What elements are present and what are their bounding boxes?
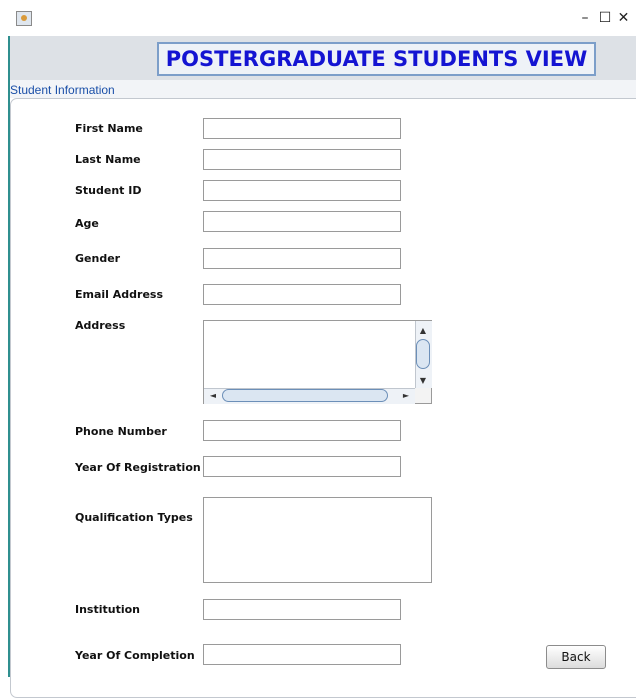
window-titlebar[interactable] xyxy=(0,0,636,36)
student-id-label: Student ID xyxy=(75,184,142,197)
scroll-right-arrow-icon[interactable]: ► xyxy=(400,391,412,401)
year-of-registration-label: Year Of Registration xyxy=(75,461,201,474)
scroll-down-arrow-icon[interactable]: ▼ xyxy=(417,376,429,386)
gender-field[interactable] xyxy=(203,248,401,269)
age-label: Age xyxy=(75,217,99,230)
scroll-left-arrow-icon[interactable]: ◄ xyxy=(207,391,219,401)
institution-field[interactable] xyxy=(203,599,401,620)
institution-label: Institution xyxy=(75,603,141,616)
email-address-field[interactable] xyxy=(203,284,401,305)
section-title: Student Information xyxy=(10,83,115,97)
phone-number-label: Phone Number xyxy=(75,425,167,438)
java-app-icon xyxy=(16,11,32,26)
back-button[interactable]: Back xyxy=(546,645,606,669)
page-title: POSTERGRADUATE STUDENTS VIEW xyxy=(165,47,588,71)
age-field[interactable] xyxy=(203,211,401,232)
year-of-completion-field[interactable] xyxy=(203,644,401,665)
email-address-label: Email Address xyxy=(75,288,164,301)
scroll-up-arrow-icon[interactable]: ▲ xyxy=(417,326,429,336)
qualification-types-label: Qualification Types xyxy=(75,511,193,524)
qualification-types-textarea[interactable] xyxy=(203,497,432,583)
last-name-field[interactable] xyxy=(203,149,401,170)
year-of-registration-field[interactable] xyxy=(203,456,401,477)
address-vertical-scroll-thumb[interactable] xyxy=(416,339,430,369)
phone-number-field[interactable] xyxy=(203,420,401,441)
close-button[interactable]: ✕ xyxy=(611,8,636,28)
address-label: Address xyxy=(75,319,126,332)
year-of-completion-label: Year Of Completion xyxy=(75,649,195,662)
first-name-label: First Name xyxy=(75,122,143,135)
scrollbar-corner xyxy=(415,388,431,403)
gender-label: Gender xyxy=(75,252,121,265)
last-name-label: Last Name xyxy=(75,153,141,166)
first-name-field[interactable] xyxy=(203,118,401,139)
address-horizontal-scroll-thumb[interactable] xyxy=(222,389,388,402)
student-id-field[interactable] xyxy=(203,180,401,201)
